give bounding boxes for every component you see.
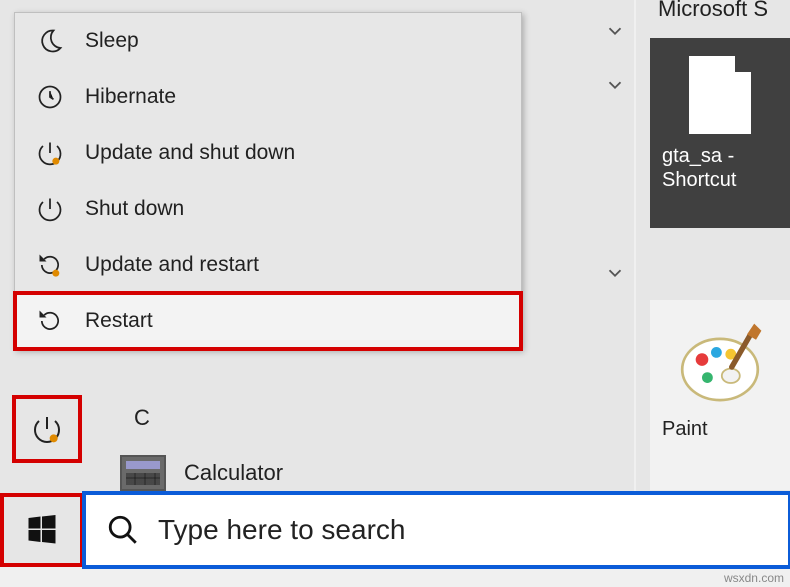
tile-caption: gta_sa - Shortcut	[650, 134, 790, 202]
tile-caption: Paint	[650, 410, 790, 449]
calculator-icon	[120, 455, 166, 491]
taskbar: Type here to search	[0, 493, 790, 567]
power-shutdown-label: Shut down	[85, 197, 184, 221]
tile-gta-sa-shortcut[interactable]: gta_sa - Shortcut	[650, 38, 790, 228]
power-update-icon	[31, 413, 63, 445]
app-calculator[interactable]: Calculator	[120, 455, 283, 491]
power-hibernate-label: Hibernate	[85, 85, 176, 109]
chevron-down-icon[interactable]	[604, 20, 626, 42]
power-sleep-label: Sleep	[85, 29, 139, 53]
moon-icon	[33, 27, 67, 55]
search-icon	[106, 513, 140, 547]
restart-update-icon	[33, 251, 67, 279]
windows-logo-icon	[24, 512, 60, 548]
app-calculator-label: Calculator	[184, 460, 283, 486]
power-restart[interactable]: Restart	[15, 293, 521, 349]
start-button[interactable]	[0, 493, 84, 567]
power-menu: Sleep Hibernate Update and shut down Shu…	[14, 12, 522, 350]
chevron-down-icon[interactable]	[604, 262, 626, 284]
power-button[interactable]	[12, 395, 82, 463]
search-placeholder: Type here to search	[158, 514, 405, 546]
power-hibernate[interactable]: Hibernate	[15, 69, 521, 125]
power-update-restart-label: Update and restart	[85, 253, 259, 277]
power-update-icon	[33, 139, 67, 167]
power-sleep[interactable]: Sleep	[15, 13, 521, 69]
tile-paint[interactable]: Paint	[650, 300, 790, 490]
taskbar-search[interactable]: Type here to search	[84, 493, 790, 567]
power-shutdown[interactable]: Shut down	[15, 181, 521, 237]
power-icon	[33, 195, 67, 223]
power-update-shutdown[interactable]: Update and shut down	[15, 125, 521, 181]
power-restart-label: Restart	[85, 309, 153, 333]
clock-icon	[33, 83, 67, 111]
power-update-restart[interactable]: Update and restart	[15, 237, 521, 293]
alpha-header-c[interactable]: C	[134, 405, 150, 431]
restart-icon	[33, 307, 67, 335]
paint-icon	[675, 320, 765, 410]
file-icon	[689, 56, 751, 134]
power-update-shutdown-label: Update and shut down	[85, 141, 295, 165]
chevron-down-icon[interactable]	[604, 74, 626, 96]
tile-group-header: Microsoft S	[658, 0, 788, 22]
watermark: wsxdn.com	[724, 571, 784, 585]
